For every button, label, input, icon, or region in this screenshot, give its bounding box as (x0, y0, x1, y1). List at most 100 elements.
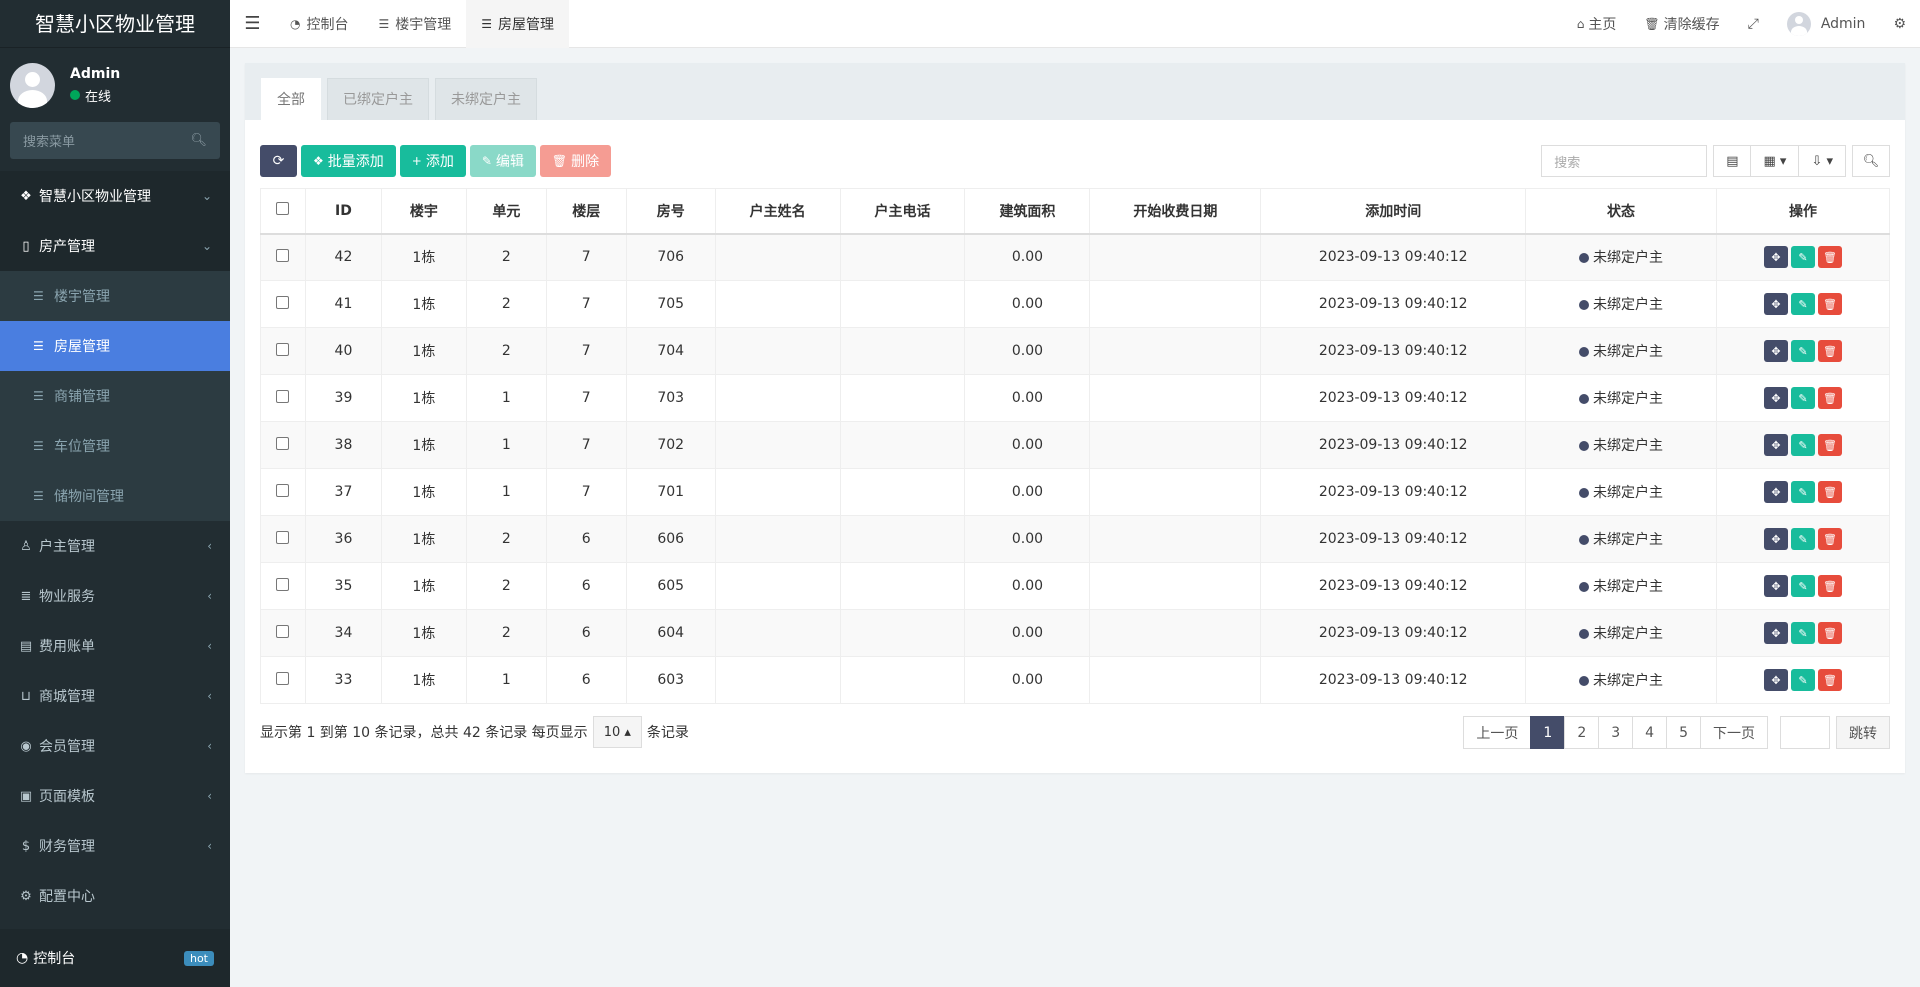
move-button[interactable]: ✥ (1763, 340, 1788, 362)
sidebar-item-template[interactable]: ▣ 页面模板 ‹ (0, 771, 230, 821)
page-4-button[interactable]: 4 (1632, 716, 1668, 749)
sidebar-item-storage[interactable]: ☰ 储物间管理 (0, 471, 230, 521)
user-menu[interactable]: Admin (1773, 11, 1880, 36)
table-search-input[interactable]: 搜索 (1541, 145, 1708, 177)
sidebar-item-config[interactable]: ⚙ 配置中心 (0, 871, 230, 921)
row-delete-button[interactable]: 🗑︎ (1817, 528, 1842, 550)
tab-building[interactable]: ☰ 楼宇管理 (363, 0, 466, 48)
row-checkbox[interactable] (260, 280, 306, 328)
move-button[interactable]: ✥ (1763, 622, 1788, 644)
col-status[interactable]: 状态 (1525, 188, 1717, 235)
tab-bound[interactable]: 已绑定户主 (327, 78, 429, 120)
row-edit-button[interactable]: ✎ (1790, 669, 1815, 691)
col-unit[interactable]: 单元 (465, 188, 547, 235)
col-charge-date[interactable]: 开始收费日期 (1089, 188, 1262, 235)
settings-icon[interactable]: ⚙ (1879, 16, 1920, 32)
tab-house[interactable]: ☰ 房屋管理 (466, 0, 570, 48)
export-button[interactable]: ⇩ ▾ (1799, 146, 1845, 176)
sidebar-item-member[interactable]: ◉ 会员管理 ‹ (0, 721, 230, 771)
jump-page-input[interactable] (1780, 716, 1830, 749)
row-edit-button[interactable]: ✎ (1790, 387, 1815, 409)
col-building[interactable]: 楼宇 (380, 188, 467, 235)
toggle-view-button[interactable]: ▤ (1714, 146, 1752, 176)
row-edit-button[interactable]: ✎ (1790, 293, 1815, 315)
columns-button[interactable]: ▦ ▾ (1751, 146, 1800, 176)
prev-page-button[interactable]: 上一页 (1463, 716, 1532, 749)
move-button[interactable]: ✥ (1763, 434, 1788, 456)
col-owner-phone[interactable]: 户主电话 (839, 188, 966, 235)
row-delete-button[interactable]: 🗑︎ (1817, 434, 1842, 456)
sidebar-item-shop[interactable]: ☰ 商铺管理 (0, 371, 230, 421)
col-created[interactable]: 添加时间 (1260, 188, 1527, 235)
move-button[interactable]: ✥ (1763, 575, 1788, 597)
move-button[interactable]: ✥ (1763, 293, 1788, 315)
row-checkbox[interactable] (260, 609, 306, 657)
row-delete-button[interactable]: 🗑︎ (1817, 622, 1842, 644)
page-1-button[interactable]: 1 (1530, 716, 1566, 749)
fullscreen-icon[interactable]: ⤢ (1734, 16, 1773, 32)
move-button[interactable]: ✥ (1763, 387, 1788, 409)
next-page-button[interactable]: 下一页 (1700, 716, 1768, 749)
row-edit-button[interactable]: ✎ (1790, 434, 1815, 456)
row-edit-button[interactable]: ✎ (1790, 622, 1815, 644)
sidebar-item-service[interactable]: ≣ 物业服务 ‹ (0, 571, 230, 621)
advanced-search-button[interactable]: 🔍︎ (1852, 145, 1890, 177)
sidebar-item-bill[interactable]: ▤ 费用账单 ‹ (0, 621, 230, 671)
col-owner-name[interactable]: 户主姓名 (714, 188, 841, 235)
move-button[interactable]: ✥ (1763, 481, 1788, 503)
page-2-button[interactable]: 2 (1564, 716, 1600, 749)
row-edit-button[interactable]: ✎ (1790, 481, 1815, 503)
row-checkbox[interactable] (260, 233, 306, 281)
row-checkbox[interactable] (260, 656, 306, 704)
page-5-button[interactable]: 5 (1666, 716, 1701, 749)
sidebar-item-mall[interactable]: ⊔ 商城管理 ‹ (0, 671, 230, 721)
row-delete-button[interactable]: 🗑︎ (1817, 340, 1842, 362)
sidebar-item-finance[interactable]: $ 财务管理 ‹ (0, 821, 230, 871)
jump-button[interactable]: 跳转 (1836, 716, 1890, 749)
move-button[interactable]: ✥ (1763, 669, 1788, 691)
row-edit-button[interactable]: ✎ (1790, 528, 1815, 550)
col-room[interactable]: 房号 (625, 188, 716, 235)
tab-unbound[interactable]: 未绑定户主 (435, 78, 537, 120)
sidebar-dashboard-link[interactable]: ◔ 控制台 hot (0, 929, 230, 987)
menu-search-input[interactable]: 搜索菜单 🔍︎ (10, 122, 220, 159)
sidebar-item-building[interactable]: ☰ 楼宇管理 (0, 271, 230, 321)
row-delete-button[interactable]: 🗑︎ (1817, 387, 1842, 409)
sidebar-item-parking[interactable]: ☰ 车位管理 (0, 421, 230, 471)
row-delete-button[interactable]: 🗑︎ (1817, 293, 1842, 315)
row-edit-button[interactable]: ✎ (1790, 246, 1815, 269)
refresh-button[interactable]: ⟳ (260, 145, 297, 177)
row-checkbox[interactable] (260, 421, 306, 469)
row-delete-button[interactable]: 🗑︎ (1817, 669, 1842, 691)
page-3-button[interactable]: 3 (1598, 716, 1634, 749)
row-delete-button[interactable]: 🗑︎ (1817, 575, 1842, 597)
search-icon[interactable]: 🔍︎ (190, 133, 207, 148)
row-checkbox[interactable] (260, 374, 306, 422)
row-edit-button[interactable]: ✎ (1790, 340, 1815, 362)
sidebar-item-owner[interactable]: ♙ 户主管理 ‹ (0, 521, 230, 571)
page-size-select[interactable]: 10 ▴ (592, 716, 642, 748)
batch-add-button[interactable]: ❖ 批量添加 (301, 145, 396, 177)
add-button[interactable]: + 添加 (399, 145, 466, 177)
row-checkbox[interactable] (260, 515, 306, 563)
col-area[interactable]: 建筑面积 (964, 188, 1091, 235)
move-button[interactable]: ✥ (1763, 528, 1788, 550)
brand-logo[interactable]: 智慧小区物业管理 (0, 0, 230, 48)
row-edit-button[interactable]: ✎ (1790, 575, 1815, 597)
home-link[interactable]: ⌂ 主页 (1563, 14, 1631, 34)
row-checkbox[interactable] (260, 468, 306, 516)
sidebar-group-house[interactable]: ▯ 房产管理 ⌄ (0, 221, 230, 271)
sidebar-group-main[interactable]: ❖ 智慧小区物业管理 ⌄ (0, 171, 230, 221)
clear-cache-button[interactable]: 🗑︎ 清除缓存 (1630, 14, 1733, 34)
delete-button[interactable]: 🗑︎ 删除 (539, 145, 612, 177)
row-delete-button[interactable]: 🗑︎ (1817, 481, 1842, 503)
col-floor[interactable]: 楼层 (545, 188, 627, 235)
edit-button[interactable]: ✎ 编辑 (469, 145, 536, 177)
select-all-checkbox[interactable] (260, 188, 306, 235)
tab-dashboard[interactable]: ◔ 控制台 (275, 0, 363, 48)
row-checkbox[interactable] (260, 562, 306, 610)
tab-all[interactable]: 全部 (261, 78, 321, 120)
sidebar-item-house[interactable]: ☰ 房屋管理 (0, 321, 230, 371)
row-delete-button[interactable]: 🗑︎ (1817, 246, 1842, 269)
move-button[interactable]: ✥ (1763, 246, 1788, 269)
